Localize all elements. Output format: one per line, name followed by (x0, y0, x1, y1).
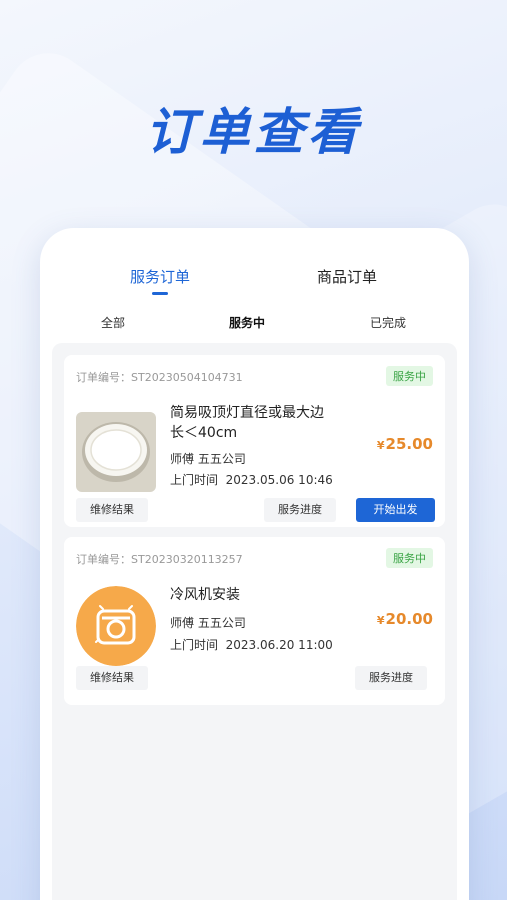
master-name: 五五公司 (197, 616, 246, 630)
order-number-value: ST20230504104731 (131, 371, 243, 384)
master-info: 师傅 五五公司 (170, 614, 246, 631)
master-label: 师傅 (170, 616, 195, 630)
visit-time-value: 2023.05.06 10:46 (225, 473, 333, 487)
sub-tabs: 全部 服务中 已完成 (40, 314, 469, 334)
start-departure-button[interactable]: 开始出发 (356, 498, 435, 522)
order-price: ¥25.00 (377, 435, 433, 453)
visit-time: 上门时间 2023.05.06 10:46 (170, 471, 333, 488)
product-name: 简易吸顶灯直径或最大边 长＜40cm (170, 403, 370, 443)
tab-label: 服务订单 (129, 268, 190, 286)
product-name: 冷风机安装 (170, 587, 240, 603)
visit-time-label: 上门时间 (170, 473, 219, 487)
visit-time: 上门时间 2023.06.20 11:00 (170, 636, 333, 653)
service-progress-button[interactable]: 服务进度 (264, 498, 336, 522)
tab-service-orders[interactable]: 服务订单 (100, 266, 220, 295)
master-label: 师傅 (170, 452, 195, 466)
order-number-label: 订单编号： (76, 371, 131, 384)
main-tabs: 服务订单 商品订单 (40, 266, 469, 302)
subtab-completed[interactable]: 已完成 (343, 314, 433, 331)
order-card[interactable]: 订单编号：ST20230320113257 服务中 冷风机安装 师傅 五五公司 … (64, 537, 445, 705)
tab-product-orders[interactable]: 商品订单 (287, 266, 407, 287)
price-value: 25.00 (385, 435, 433, 453)
service-progress-button[interactable]: 服务进度 (355, 666, 427, 690)
ceiling-lamp-image (76, 412, 156, 492)
repair-result-button[interactable]: 维修结果 (76, 666, 148, 690)
order-price: ¥20.00 (377, 610, 433, 628)
status-badge: 服务中 (386, 548, 433, 568)
visit-time-label: 上门时间 (170, 638, 219, 652)
master-info: 师傅 五五公司 (170, 450, 246, 467)
order-number-value: ST20230320113257 (131, 553, 243, 566)
currency-symbol: ¥ (376, 614, 385, 627)
phone-screen: 服务订单 商品订单 全部 服务中 已完成 订单编号：ST202305041047… (40, 228, 469, 900)
product-name-line: 简易吸顶灯直径或最大边 (170, 405, 324, 421)
subtab-all[interactable]: 全部 (68, 314, 158, 331)
subtab-in-service[interactable]: 服务中 (202, 314, 292, 331)
status-badge: 服务中 (386, 366, 433, 386)
currency-symbol: ¥ (376, 439, 385, 452)
price-value: 20.00 (385, 610, 433, 628)
master-name: 五五公司 (197, 452, 246, 466)
order-list: 订单编号：ST20230504104731 服务中 简易吸顶灯直径或最大边 长＜… (52, 343, 457, 900)
order-number: 订单编号：ST20230504104731 (76, 369, 243, 385)
air-cooler-icon (76, 586, 156, 666)
order-number-label: 订单编号： (76, 553, 131, 566)
order-number: 订单编号：ST20230320113257 (76, 551, 243, 567)
page-headline: 订单查看 (145, 103, 362, 161)
tab-label: 商品订单 (316, 268, 377, 286)
repair-result-button[interactable]: 维修结果 (76, 498, 148, 522)
product-name-line: 长＜40cm (170, 425, 238, 441)
order-card[interactable]: 订单编号：ST20230504104731 服务中 简易吸顶灯直径或最大边 长＜… (64, 355, 445, 527)
tab-active-indicator (152, 292, 168, 295)
visit-time-value: 2023.06.20 11:00 (225, 638, 333, 652)
